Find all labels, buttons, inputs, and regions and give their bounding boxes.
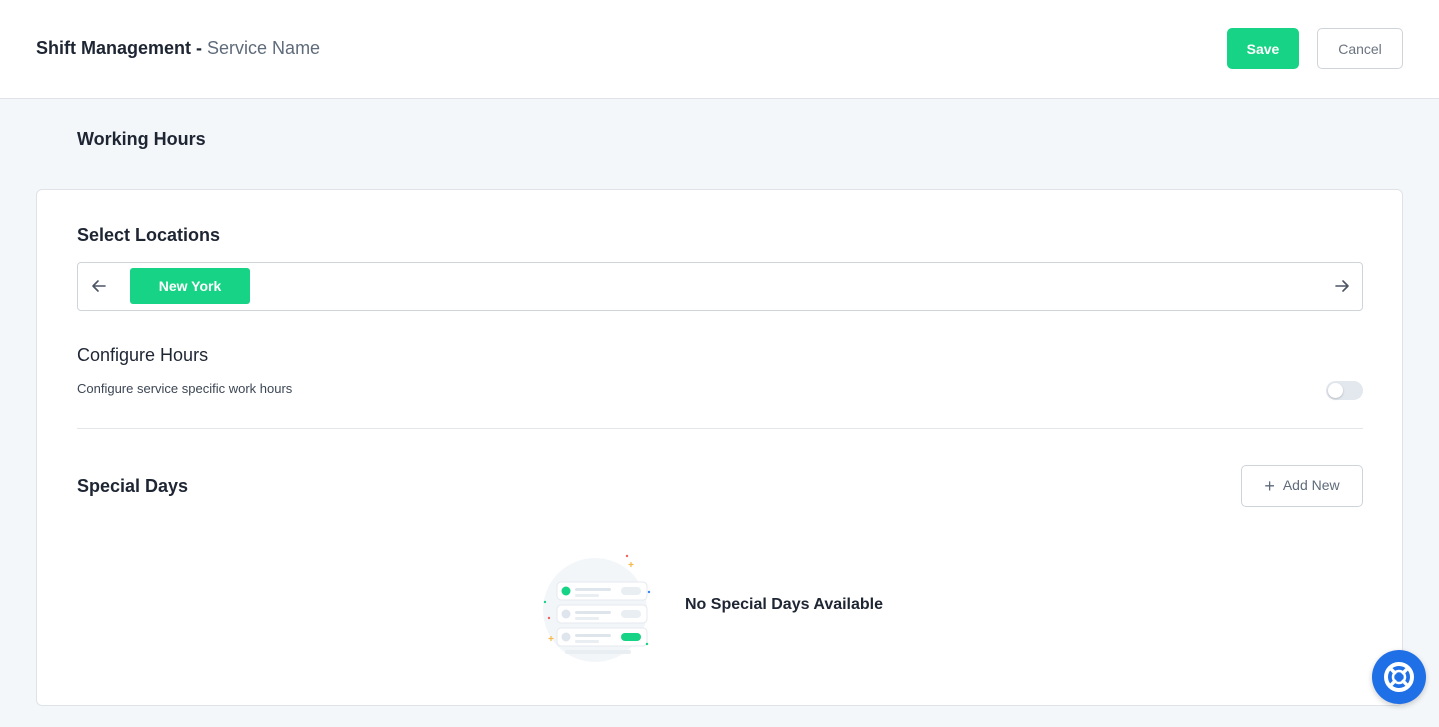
save-button[interactable]: Save (1227, 28, 1299, 69)
cancel-button[interactable]: Cancel (1317, 28, 1403, 69)
add-new-button[interactable]: + Add New (1241, 465, 1363, 507)
plus-icon: + (1264, 475, 1275, 496)
location-selector: New York (77, 262, 1363, 311)
empty-state-illustration (537, 552, 662, 668)
toggle-knob (1328, 383, 1343, 398)
configure-hours-title: Configure Hours (77, 345, 209, 365)
lifebuoy-icon (1384, 662, 1414, 692)
help-button[interactable] (1372, 650, 1426, 704)
empty-state-text: No Special Days Available (685, 596, 884, 613)
select-locations-label: Select Locations (77, 225, 221, 245)
location-chip-new-york[interactable]: New York (130, 268, 250, 304)
arrow-right-icon[interactable] (1331, 275, 1353, 297)
configure-hours-description: Configure service specific work hours (77, 381, 293, 396)
add-new-label: Add New (1282, 476, 1340, 493)
working-hours-card: Select Locations New York Configure Hour… (36, 189, 1403, 706)
working-hours-heading: Working Hours (77, 129, 206, 149)
page-title: Shift Management - Service Name (36, 38, 320, 59)
configure-hours-toggle[interactable] (1326, 381, 1363, 400)
top-bar: Shift Management - Service Name Save Can… (0, 0, 1439, 99)
arrow-left-icon[interactable] (88, 275, 110, 297)
divider (77, 428, 1363, 429)
page-title-main: Shift Management - (36, 38, 203, 58)
service-name: Service Name (207, 38, 321, 58)
special-days-title: Special Days (77, 476, 189, 496)
